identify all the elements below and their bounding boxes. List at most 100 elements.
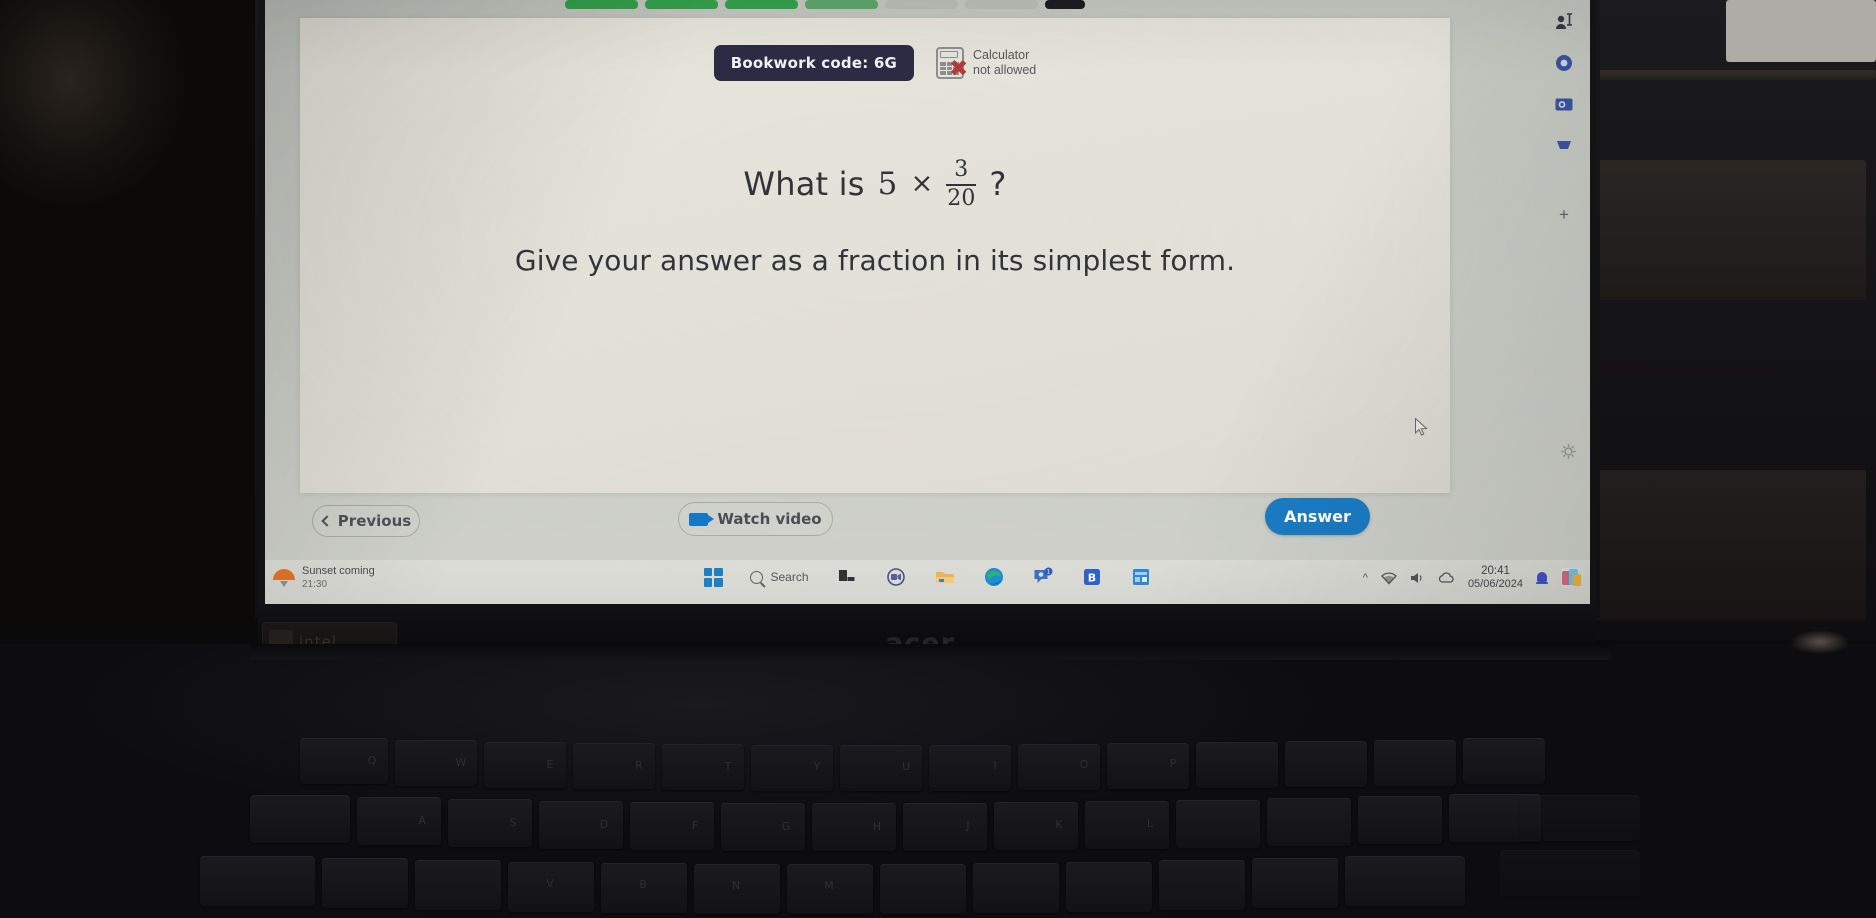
progress-segment <box>725 0 798 9</box>
key-label: A <box>418 813 426 827</box>
calculator-note-line1: Calculator <box>973 48 1030 62</box>
progress-segment <box>645 0 718 9</box>
deck-light-reflection <box>1790 630 1850 654</box>
sparx-maths-icon[interactable] <box>1130 566 1152 588</box>
speaker-icon[interactable] <box>1410 571 1425 585</box>
bookwork-code-badge: Bookwork code: 6G <box>713 45 914 81</box>
previous-button[interactable]: Previous <box>312 505 420 537</box>
keyboard-key <box>973 863 1059 913</box>
collections-icon[interactable] <box>1554 135 1574 155</box>
taskbar-center: Search 1 B <box>703 566 1151 588</box>
chat-teams-icon[interactable]: 1 <box>1032 566 1054 588</box>
chevron-up-icon[interactable]: ^ <box>1363 572 1368 584</box>
fraction-denominator: 20 <box>947 185 976 211</box>
keyboard-key <box>200 856 315 906</box>
search-button[interactable]: Search <box>749 570 809 584</box>
key-label: J <box>966 818 970 832</box>
sunset-icon <box>273 567 295 589</box>
laptop-hinge <box>250 644 1610 660</box>
settings-circle-icon[interactable] <box>1554 53 1574 73</box>
key-label: B <box>639 877 647 891</box>
bright-wall-patch <box>1726 0 1876 62</box>
progress-segment <box>885 0 958 9</box>
system-tray: ^ 20:41 05/06/2024 <box>1363 565 1582 591</box>
progress-segment <box>965 0 1038 9</box>
question-expression: What is 5 × 3 20 ? <box>743 158 1006 210</box>
key-label: P <box>1169 756 1177 770</box>
svg-text:B: B <box>1087 572 1095 585</box>
microsoft-edge-icon[interactable] <box>983 566 1005 588</box>
mouse-cursor <box>1415 418 1428 436</box>
multiplication-sign: × <box>910 168 934 200</box>
keyboard-key <box>880 864 966 914</box>
key-label: F <box>691 818 699 832</box>
video-camera-icon <box>689 512 715 526</box>
weather-title: Sunset coming <box>302 565 375 577</box>
progress-segment <box>805 0 878 9</box>
add-sidebar-button[interactable]: + <box>1559 206 1569 223</box>
previous-button-label: Previous <box>337 512 412 530</box>
card-header: Bookwork code: 6G ✖ Calculator not allow… <box>300 40 1450 86</box>
cloud-icon[interactable] <box>1438 571 1455 585</box>
windows-logo-icon[interactable] <box>703 567 723 587</box>
keyboard-key <box>1252 858 1338 908</box>
room-background-left <box>0 0 270 620</box>
clock[interactable]: 20:41 05/06/2024 <box>1468 565 1523 591</box>
key-label: D <box>599 817 609 831</box>
key-label: H <box>872 819 882 833</box>
gear-icon[interactable] <box>1560 443 1577 460</box>
keyboard-key <box>1345 856 1465 906</box>
keyboard-key <box>1520 795 1640 841</box>
key-label: Y <box>813 759 821 773</box>
fraction: 3 20 <box>946 157 977 211</box>
key-label: E <box>546 757 554 771</box>
progress-bar <box>265 0 1590 10</box>
keyboard-key <box>415 860 501 910</box>
key-label: S <box>509 815 517 829</box>
fraction-numerator: 3 <box>954 157 969 182</box>
bell-icon[interactable] <box>1536 571 1548 585</box>
keyboard-key <box>1267 798 1351 846</box>
key-label: U <box>901 759 911 773</box>
clock-date: 05/06/2024 <box>1467 578 1523 590</box>
keyboard-key <box>1176 800 1260 848</box>
keyboard-key <box>250 795 350 843</box>
keyboard-key <box>1358 796 1442 844</box>
calculator-note-text: Calculator not allowed <box>973 48 1036 78</box>
weather-time: 21:30 <box>302 579 328 590</box>
navigation-bar: Previous Watch video Answer <box>265 498 1520 560</box>
progress-segment-current <box>1045 0 1085 9</box>
keyboard-key <box>322 858 408 908</box>
keyboard-key <box>1066 862 1152 912</box>
question-card: Bookwork code: 6G ✖ Calculator not allow… <box>300 18 1450 493</box>
key-label: N <box>731 878 741 892</box>
keyboard-key <box>1196 742 1278 788</box>
photo-scene: Bookwork code: 6G ✖ Calculator not allow… <box>0 0 1876 918</box>
key-label: G <box>781 819 791 833</box>
answer-button-label: Answer <box>1284 507 1351 526</box>
clock-time: 20:41 <box>1481 565 1510 577</box>
widgets-icon[interactable] <box>885 566 907 588</box>
question-instruction: Give your answer as a fraction in its si… <box>514 243 1236 277</box>
shopping-camera-icon[interactable] <box>1554 94 1574 114</box>
chat-badge-count: 1 <box>1046 570 1050 576</box>
windows-taskbar: Sunset coming 21:30 Search 1 B ^ 20:41 0… <box>265 560 1590 604</box>
key-label: L <box>1146 816 1154 830</box>
answer-button[interactable]: Answer <box>1265 498 1370 535</box>
key-label: W <box>455 755 467 769</box>
watch-video-button[interactable]: Watch video <box>678 502 833 536</box>
copilot-icon[interactable] <box>1554 12 1574 32</box>
wifi-icon[interactable] <box>1381 571 1397 585</box>
key-label: Q <box>367 753 377 767</box>
task-view-icon[interactable] <box>836 566 858 588</box>
key-label: T <box>724 759 732 773</box>
calculator-note-line2: not allowed <box>973 63 1037 77</box>
file-explorer-icon[interactable] <box>934 566 956 588</box>
weather-widget[interactable]: Sunset coming 21:30 <box>273 565 375 591</box>
app-tray-icon[interactable] <box>1561 568 1582 588</box>
keyboard-key <box>1500 850 1640 896</box>
bitwarden-icon[interactable]: B <box>1081 566 1103 588</box>
key-label: O <box>1079 757 1089 771</box>
question-suffix: ? <box>989 164 1007 203</box>
calculator-not-allowed: ✖ Calculator not allowed <box>936 47 1036 81</box>
